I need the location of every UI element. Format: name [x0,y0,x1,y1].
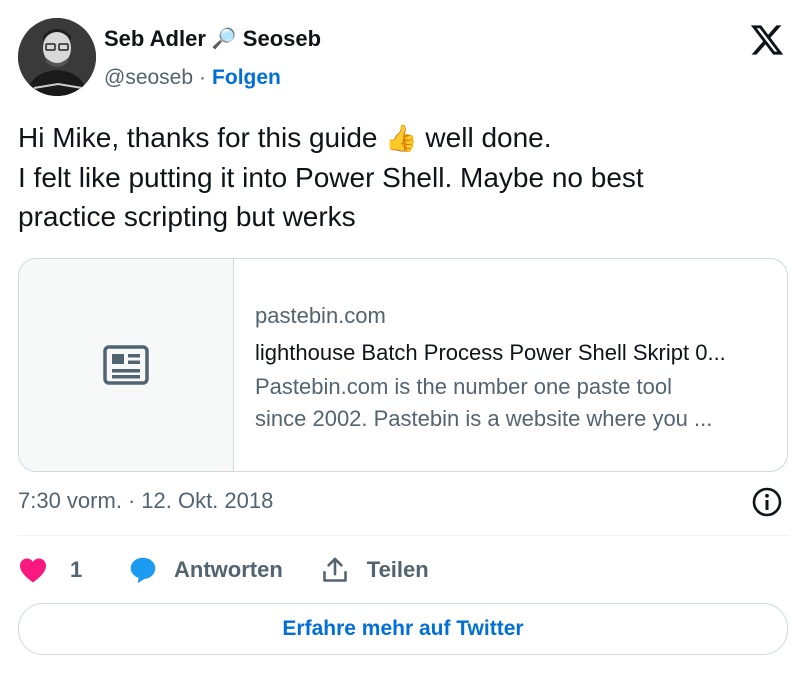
card-description-line: Pastebin.com is the number one paste too… [255,374,673,399]
reply-label: Antworten [174,557,283,582]
card-thumbnail [19,259,234,471]
card-description-line: since 2002. Pastebin is a website where … [255,406,713,431]
tweet-text: Hi Mike, thanks for this guide 👍 well do… [18,118,788,236]
magnifier-emoji-icon: 🔎 [211,28,237,50]
thumbs-up-emoji-icon: 👍 [385,123,418,153]
handle-line: @seoseb · Folgen [104,66,281,90]
tweet-timestamp: 7:30 vorm. · 12. Okt. 2018 [18,488,273,514]
tweet-line-1-text: Hi Mike, thanks for this guide [18,122,386,153]
like-button[interactable]: 1 [18,557,90,583]
author-name[interactable]: Seb Adler [104,26,206,52]
follow-button[interactable]: Folgen [212,66,281,90]
divider [18,535,788,536]
author-line: Seb Adler 🔎 Seoseb [104,26,321,52]
author-handle[interactable]: @seoseb [104,66,193,90]
share-upload-icon [322,557,347,582]
like-count: 1 [70,557,83,582]
tweet-line-3: practice scripting but werks [18,201,356,232]
card-title: lighthouse Batch Process Power Shell Skr… [255,340,726,365]
heart-icon [20,558,46,583]
card-domain: pastebin.com [255,303,386,328]
reply-button[interactable]: Antworten [128,556,283,584]
card-body: pastebin.com lighthouse Batch Process Po… [255,301,775,435]
tweet-time[interactable]: 7:30 vorm. [18,488,122,514]
card-description: Pastebin.com is the number one paste too… [255,371,775,435]
speech-bubble-icon [130,557,156,584]
tweet-line-2: I felt like putting it into Power Shell.… [18,162,644,193]
share-button[interactable]: Teilen [321,556,429,584]
share-label: Teilen [366,557,429,582]
handle-separator: · [199,66,207,89]
learn-more-label: Erfahre mehr auf Twitter [282,617,524,640]
learn-more-button[interactable]: Erfahre mehr auf Twitter [18,603,788,655]
article-icon [103,345,149,385]
x-logo-icon[interactable] [748,22,786,58]
link-card[interactable]: pastebin.com lighthouse Batch Process Po… [18,258,788,472]
avatar[interactable] [18,18,96,96]
tweet-line-1-text-end: well done. [417,122,552,153]
tweet-date[interactable]: 12. Okt. 2018 [141,488,273,514]
info-icon[interactable] [751,486,783,518]
timestamp-separator: · [127,488,136,513]
author-name-suffix[interactable]: Seoseb [243,26,321,52]
tweet-line-1: Hi Mike, thanks for this guide 👍 well do… [18,118,788,158]
action-bar: 1 Antworten Teilen [18,552,429,588]
